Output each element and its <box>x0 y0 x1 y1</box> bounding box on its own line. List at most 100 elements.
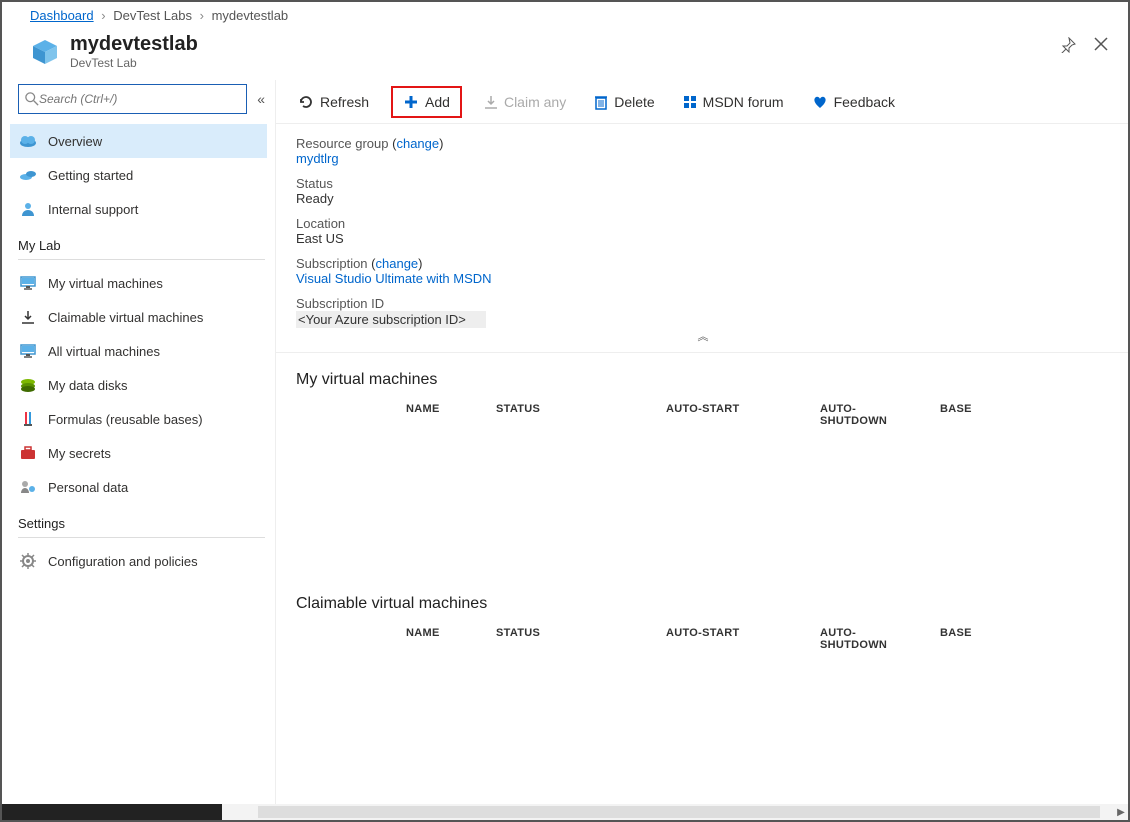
sidebar-item-config-policies[interactable]: Configuration and policies <box>10 544 267 578</box>
download-icon <box>484 95 498 109</box>
delete-button[interactable]: Delete <box>588 90 660 114</box>
status-value: Ready <box>296 191 334 206</box>
heart-icon <box>812 95 828 109</box>
table-header-row: NAME STATUS AUTO-START AUTO-SHUTDOWN BAS… <box>296 403 1108 427</box>
pin-icon[interactable] <box>1060 37 1076 58</box>
sidebar-item-data-disks[interactable]: My data disks <box>10 368 267 402</box>
sidebar-item-label: Internal support <box>48 202 138 217</box>
page-header: mydevtestlab DevTest Lab <box>2 27 1128 80</box>
refresh-button[interactable]: Refresh <box>292 90 375 114</box>
column-header-auto-start[interactable]: AUTO-START <box>666 627 766 651</box>
status-label: Status <box>296 176 333 191</box>
chevron-right-icon: › <box>200 8 204 23</box>
search-icon <box>25 92 39 106</box>
download-icon <box>18 307 38 327</box>
subscription-id-label: Subscription ID <box>296 296 384 311</box>
refresh-icon <box>298 94 314 110</box>
button-label: Feedback <box>834 94 895 110</box>
location-value: East US <box>296 231 344 246</box>
search-input-wrap[interactable] <box>18 84 247 114</box>
sidebar-item-formulas[interactable]: Formulas (reusable bases) <box>10 402 267 436</box>
sidebar-item-personal-data[interactable]: Personal data <box>10 470 267 504</box>
search-input[interactable] <box>39 92 240 106</box>
add-button[interactable]: Add <box>391 86 462 118</box>
collapse-essentials-icon[interactable]: ︽ <box>296 328 1108 344</box>
trash-icon <box>594 94 608 110</box>
clouds-icon <box>18 165 38 185</box>
table-body-empty <box>296 427 1108 577</box>
column-header-name[interactable]: NAME <box>406 403 496 427</box>
scrollbar-dark-segment <box>2 804 222 820</box>
subscription-id-value: <Your Azure subscription ID> <box>296 311 486 328</box>
close-icon[interactable] <box>1094 37 1108 58</box>
cloud-icon <box>18 131 38 151</box>
page-subtitle: DevTest Lab <box>70 56 198 70</box>
location-label: Location <box>296 216 345 231</box>
sidebar-item-claimable-vms[interactable]: Claimable virtual machines <box>10 300 267 334</box>
flask-icon <box>18 409 38 429</box>
button-label: Claim any <box>504 94 566 110</box>
change-subscription-link[interactable]: change <box>376 256 419 271</box>
sidebar-item-label: My virtual machines <box>48 276 163 291</box>
column-header-status[interactable]: STATUS <box>496 627 666 651</box>
column-header-base[interactable]: BASE <box>940 627 1020 651</box>
table-body-empty <box>296 651 1108 801</box>
column-header-auto-shutdown[interactable]: AUTO-SHUTDOWN <box>820 403 940 427</box>
my-vms-section: My virtual machines NAME STATUS AUTO-STA… <box>276 353 1128 577</box>
subscription-value[interactable]: Visual Studio Ultimate with MSDN <box>296 271 492 286</box>
divider <box>18 259 265 260</box>
button-label: Delete <box>614 94 654 110</box>
button-label: Refresh <box>320 94 369 110</box>
sidebar-item-overview[interactable]: Overview <box>10 124 267 158</box>
column-header-status[interactable]: STATUS <box>496 403 666 427</box>
sidebar: « Overview Getting started Internal supp… <box>2 80 276 820</box>
briefcase-icon <box>18 443 38 463</box>
column-header-auto-shutdown[interactable]: AUTO-SHUTDOWN <box>820 627 940 651</box>
sidebar-item-label: Formulas (reusable bases) <box>48 412 203 427</box>
column-header-auto-start[interactable]: AUTO-START <box>666 403 766 427</box>
breadcrumb-current: mydevtestlab <box>212 8 289 23</box>
divider <box>18 537 265 538</box>
sidebar-item-label: Claimable virtual machines <box>48 310 203 325</box>
sidebar-item-my-secrets[interactable]: My secrets <box>10 436 267 470</box>
button-label: MSDN forum <box>703 94 784 110</box>
grid-icon <box>683 95 697 109</box>
scrollbar-thumb[interactable] <box>258 806 1100 818</box>
sidebar-item-label: Configuration and policies <box>48 554 198 569</box>
monitor-icon <box>18 273 38 293</box>
devtest-lab-icon <box>30 37 60 67</box>
section-title-claimable-vms: Claimable virtual machines <box>296 595 1108 613</box>
section-label-mylab: My Lab <box>18 238 265 253</box>
scroll-right-icon[interactable]: ▶ <box>1114 807 1128 818</box>
breadcrumb-devtestlabs[interactable]: DevTest Labs <box>113 8 192 23</box>
sidebar-item-label: My secrets <box>48 446 111 461</box>
msdn-forum-button[interactable]: MSDN forum <box>677 90 790 114</box>
disks-icon <box>18 375 38 395</box>
monitor-icon <box>18 341 38 361</box>
column-header-base[interactable]: BASE <box>940 403 1020 427</box>
column-header-name[interactable]: NAME <box>406 627 496 651</box>
breadcrumb: Dashboard › DevTest Labs › mydevtestlab <box>2 2 1128 27</box>
sidebar-item-label: All virtual machines <box>48 344 160 359</box>
sidebar-item-label: My data disks <box>48 378 127 393</box>
sidebar-item-all-vms[interactable]: All virtual machines <box>10 334 267 368</box>
sidebar-item-internal-support[interactable]: Internal support <box>10 192 267 226</box>
button-label: Add <box>425 94 450 110</box>
section-title-my-vms: My virtual machines <box>296 371 1108 389</box>
claimable-vms-section: Claimable virtual machines NAME STATUS A… <box>276 577 1128 801</box>
change-resource-group-link[interactable]: change <box>396 136 439 151</box>
sidebar-item-label: Overview <box>48 134 102 149</box>
toolbar: Refresh Add Claim any Delete MSDN forum … <box>276 80 1128 124</box>
resource-group-value[interactable]: mydtlrg <box>296 151 339 166</box>
essentials-panel: Resource group (change) mydtlrg Status R… <box>276 124 1128 353</box>
main-content: Refresh Add Claim any Delete MSDN forum … <box>276 80 1128 820</box>
chevron-right-icon: › <box>101 8 105 23</box>
sidebar-item-my-vms[interactable]: My virtual machines <box>10 266 267 300</box>
breadcrumb-dashboard[interactable]: Dashboard <box>30 8 94 23</box>
table-header-row: NAME STATUS AUTO-START AUTO-SHUTDOWN BAS… <box>296 627 1108 651</box>
collapse-sidebar-icon[interactable]: « <box>257 91 265 107</box>
sidebar-item-getting-started[interactable]: Getting started <box>10 158 267 192</box>
person-data-icon <box>18 477 38 497</box>
horizontal-scrollbar[interactable]: ▶ <box>2 804 1128 820</box>
feedback-button[interactable]: Feedback <box>806 90 901 114</box>
